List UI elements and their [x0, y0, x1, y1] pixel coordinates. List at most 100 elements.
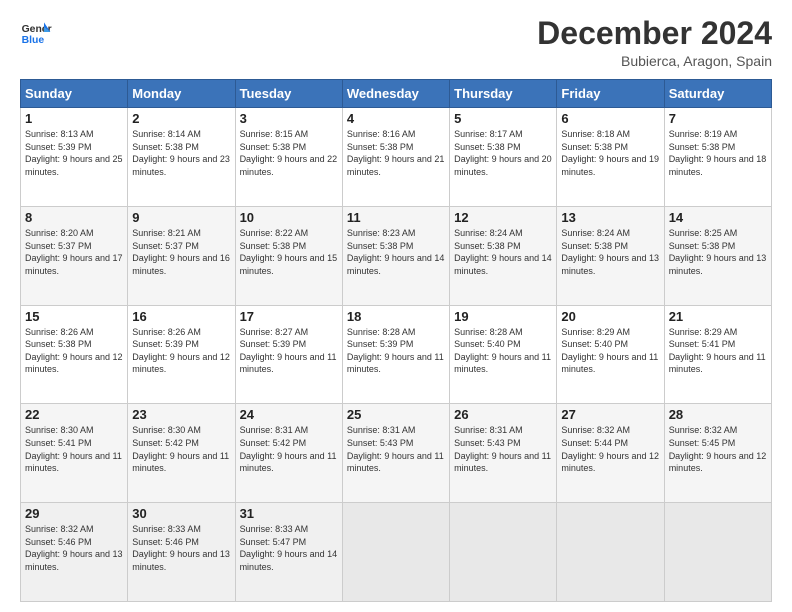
daylight-text: Daylight: 9 hours and 13 minutes. [25, 549, 123, 572]
sunset-text: Sunset: 5:38 PM [561, 142, 628, 152]
calendar-cell: 25 Sunrise: 8:31 AM Sunset: 5:43 PM Dayl… [342, 404, 449, 503]
daylight-text: Daylight: 9 hours and 22 minutes. [240, 154, 338, 177]
day-info: Sunrise: 8:31 AM Sunset: 5:43 PM Dayligh… [454, 424, 552, 474]
sunrise-text: Sunrise: 8:30 AM [132, 425, 201, 435]
daylight-text: Daylight: 9 hours and 21 minutes. [347, 154, 445, 177]
daylight-text: Daylight: 9 hours and 17 minutes. [25, 253, 123, 276]
day-number: 5 [454, 111, 552, 126]
col-saturday: Saturday [664, 80, 771, 108]
day-number: 21 [669, 309, 767, 324]
calendar-table: Sunday Monday Tuesday Wednesday Thursday… [20, 79, 772, 602]
svg-text:Blue: Blue [22, 35, 45, 46]
sunset-text: Sunset: 5:45 PM [669, 438, 736, 448]
sunrise-text: Sunrise: 8:31 AM [454, 425, 523, 435]
col-wednesday: Wednesday [342, 80, 449, 108]
calendar-cell: 3 Sunrise: 8:15 AM Sunset: 5:38 PM Dayli… [235, 108, 342, 207]
daylight-text: Daylight: 9 hours and 13 minutes. [561, 253, 659, 276]
sunset-text: Sunset: 5:41 PM [669, 339, 736, 349]
daylight-text: Daylight: 9 hours and 12 minutes. [561, 451, 659, 474]
sunset-text: Sunset: 5:43 PM [347, 438, 414, 448]
sunrise-text: Sunrise: 8:24 AM [561, 228, 630, 238]
day-number: 6 [561, 111, 659, 126]
calendar-cell: 14 Sunrise: 8:25 AM Sunset: 5:38 PM Dayl… [664, 206, 771, 305]
calendar-cell: 30 Sunrise: 8:33 AM Sunset: 5:46 PM Dayl… [128, 503, 235, 602]
day-info: Sunrise: 8:29 AM Sunset: 5:40 PM Dayligh… [561, 326, 659, 376]
sunset-text: Sunset: 5:38 PM [561, 241, 628, 251]
daylight-text: Daylight: 9 hours and 11 minutes. [347, 352, 444, 375]
day-info: Sunrise: 8:16 AM Sunset: 5:38 PM Dayligh… [347, 128, 445, 178]
calendar-cell: 1 Sunrise: 8:13 AM Sunset: 5:39 PM Dayli… [21, 108, 128, 207]
day-info: Sunrise: 8:32 AM Sunset: 5:46 PM Dayligh… [25, 523, 123, 573]
day-info: Sunrise: 8:31 AM Sunset: 5:42 PM Dayligh… [240, 424, 338, 474]
col-thursday: Thursday [450, 80, 557, 108]
day-number: 18 [347, 309, 445, 324]
calendar-cell: 12 Sunrise: 8:24 AM Sunset: 5:38 PM Dayl… [450, 206, 557, 305]
sunrise-text: Sunrise: 8:33 AM [240, 524, 309, 534]
calendar-week-3: 15 Sunrise: 8:26 AM Sunset: 5:38 PM Dayl… [21, 305, 772, 404]
day-info: Sunrise: 8:22 AM Sunset: 5:38 PM Dayligh… [240, 227, 338, 277]
day-number: 10 [240, 210, 338, 225]
daylight-text: Daylight: 9 hours and 11 minutes. [347, 451, 444, 474]
day-number: 9 [132, 210, 230, 225]
calendar-cell: 19 Sunrise: 8:28 AM Sunset: 5:40 PM Dayl… [450, 305, 557, 404]
sunrise-text: Sunrise: 8:32 AM [561, 425, 630, 435]
sunrise-text: Sunrise: 8:26 AM [25, 327, 94, 337]
day-number: 16 [132, 309, 230, 324]
day-number: 26 [454, 407, 552, 422]
calendar-cell: 11 Sunrise: 8:23 AM Sunset: 5:38 PM Dayl… [342, 206, 449, 305]
sunset-text: Sunset: 5:42 PM [240, 438, 307, 448]
day-number: 7 [669, 111, 767, 126]
sunrise-text: Sunrise: 8:31 AM [347, 425, 416, 435]
header-row: Sunday Monday Tuesday Wednesday Thursday… [21, 80, 772, 108]
daylight-text: Daylight: 9 hours and 20 minutes. [454, 154, 552, 177]
calendar-cell: 6 Sunrise: 8:18 AM Sunset: 5:38 PM Dayli… [557, 108, 664, 207]
calendar-cell: 23 Sunrise: 8:30 AM Sunset: 5:42 PM Dayl… [128, 404, 235, 503]
sunrise-text: Sunrise: 8:21 AM [132, 228, 201, 238]
daylight-text: Daylight: 9 hours and 11 minutes. [454, 451, 551, 474]
day-number: 23 [132, 407, 230, 422]
day-info: Sunrise: 8:32 AM Sunset: 5:45 PM Dayligh… [669, 424, 767, 474]
sunrise-text: Sunrise: 8:24 AM [454, 228, 523, 238]
sunset-text: Sunset: 5:38 PM [240, 241, 307, 251]
subtitle: Bubierca, Aragon, Spain [537, 53, 772, 69]
day-number: 17 [240, 309, 338, 324]
col-sunday: Sunday [21, 80, 128, 108]
sunrise-text: Sunrise: 8:27 AM [240, 327, 309, 337]
day-number: 14 [669, 210, 767, 225]
sunset-text: Sunset: 5:42 PM [132, 438, 199, 448]
day-info: Sunrise: 8:30 AM Sunset: 5:42 PM Dayligh… [132, 424, 230, 474]
daylight-text: Daylight: 9 hours and 19 minutes. [561, 154, 659, 177]
sunset-text: Sunset: 5:47 PM [240, 537, 307, 547]
sunrise-text: Sunrise: 8:29 AM [561, 327, 630, 337]
daylight-text: Daylight: 9 hours and 15 minutes. [240, 253, 338, 276]
day-number: 4 [347, 111, 445, 126]
day-number: 31 [240, 506, 338, 521]
daylight-text: Daylight: 9 hours and 11 minutes. [240, 352, 337, 375]
sunrise-text: Sunrise: 8:20 AM [25, 228, 94, 238]
day-number: 30 [132, 506, 230, 521]
calendar-cell [450, 503, 557, 602]
day-info: Sunrise: 8:23 AM Sunset: 5:38 PM Dayligh… [347, 227, 445, 277]
sunset-text: Sunset: 5:38 PM [25, 339, 92, 349]
sunset-text: Sunset: 5:40 PM [454, 339, 521, 349]
sunset-text: Sunset: 5:39 PM [240, 339, 307, 349]
daylight-text: Daylight: 9 hours and 25 minutes. [25, 154, 123, 177]
day-info: Sunrise: 8:33 AM Sunset: 5:47 PM Dayligh… [240, 523, 338, 573]
calendar-cell: 16 Sunrise: 8:26 AM Sunset: 5:39 PM Dayl… [128, 305, 235, 404]
sunset-text: Sunset: 5:44 PM [561, 438, 628, 448]
day-info: Sunrise: 8:30 AM Sunset: 5:41 PM Dayligh… [25, 424, 123, 474]
calendar-week-5: 29 Sunrise: 8:32 AM Sunset: 5:46 PM Dayl… [21, 503, 772, 602]
daylight-text: Daylight: 9 hours and 14 minutes. [347, 253, 445, 276]
day-number: 28 [669, 407, 767, 422]
sunrise-text: Sunrise: 8:15 AM [240, 129, 309, 139]
day-info: Sunrise: 8:31 AM Sunset: 5:43 PM Dayligh… [347, 424, 445, 474]
sunset-text: Sunset: 5:38 PM [240, 142, 307, 152]
day-info: Sunrise: 8:24 AM Sunset: 5:38 PM Dayligh… [561, 227, 659, 277]
daylight-text: Daylight: 9 hours and 11 minutes. [669, 352, 766, 375]
daylight-text: Daylight: 9 hours and 18 minutes. [669, 154, 767, 177]
sunrise-text: Sunrise: 8:25 AM [669, 228, 738, 238]
day-info: Sunrise: 8:14 AM Sunset: 5:38 PM Dayligh… [132, 128, 230, 178]
calendar-cell [557, 503, 664, 602]
calendar-body: 1 Sunrise: 8:13 AM Sunset: 5:39 PM Dayli… [21, 108, 772, 602]
sunrise-text: Sunrise: 8:19 AM [669, 129, 738, 139]
